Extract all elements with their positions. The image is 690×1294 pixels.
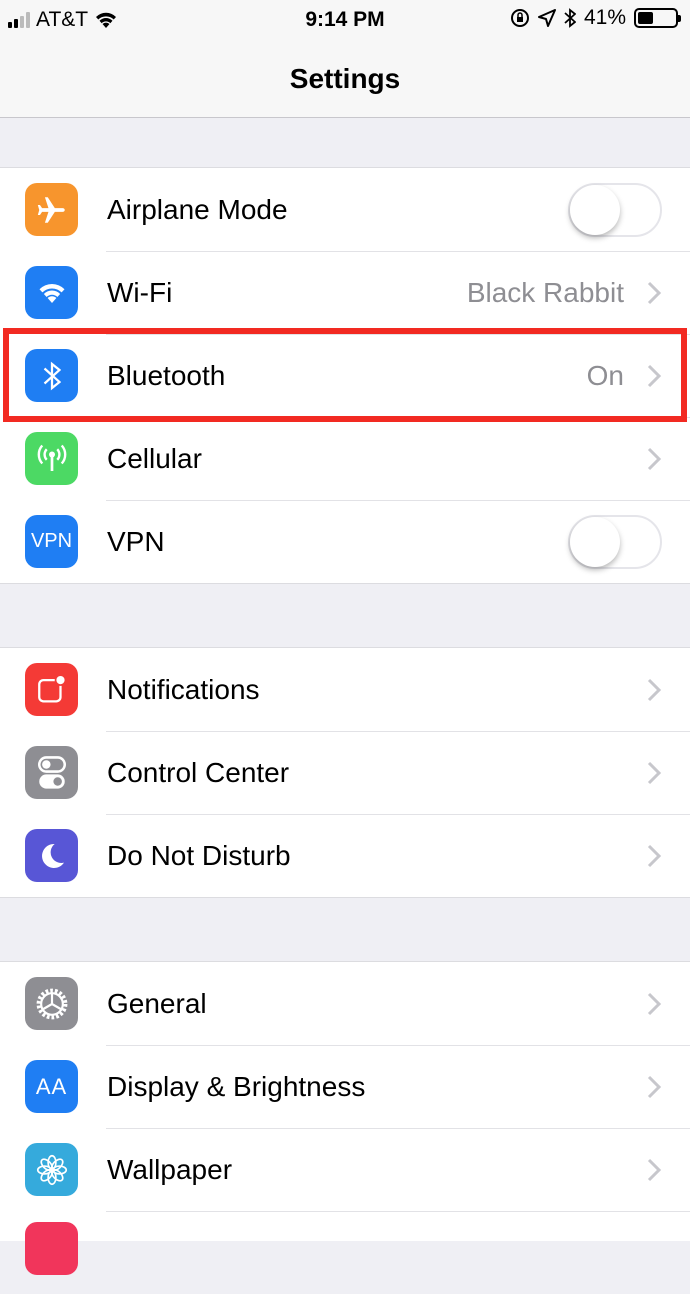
row-label: Wi-Fi	[107, 276, 173, 308]
chevron-right-icon	[647, 1158, 662, 1181]
row-airplane-mode[interactable]: Airplane Mode	[0, 168, 690, 251]
bluetooth-icon	[564, 8, 576, 28]
airplane-mode-toggle[interactable]	[568, 182, 662, 237]
wifi-icon	[25, 266, 78, 319]
battery-icon	[634, 8, 681, 28]
text-size-icon: AA	[25, 1060, 78, 1113]
row-cellular[interactable]: Cellular	[0, 417, 690, 500]
row-label: Wallpaper	[107, 1153, 233, 1185]
settings-group-connectivity: Airplane Mode Wi-Fi Black Rabbit Bluetoo…	[0, 167, 690, 584]
row-display-brightness[interactable]: AA Display & Brightness	[0, 1045, 690, 1128]
chevron-right-icon	[647, 281, 662, 304]
battery-percent: 41%	[583, 6, 626, 29]
vpn-toggle[interactable]	[568, 514, 662, 569]
chevron-right-icon	[647, 844, 662, 867]
flower-icon	[25, 1143, 78, 1196]
row-label: Bluetooth	[107, 359, 226, 391]
row-label: VPN	[107, 525, 165, 557]
row-label: Notifications	[107, 673, 260, 705]
row-label: Cellular	[107, 442, 202, 474]
row-label: Do Not Disturb	[107, 839, 291, 871]
row-general[interactable]: General	[0, 962, 690, 1045]
moon-icon	[25, 829, 78, 882]
page-title: Settings	[289, 63, 401, 94]
notifications-icon	[25, 663, 78, 716]
status-bar: AT&T 9:14 PM 41%	[0, 0, 690, 40]
vpn-icon: VPN	[25, 515, 78, 568]
settings-group-general: General AA Display & Brightness Wallpape…	[0, 961, 690, 1241]
navigation-bar: Settings	[0, 40, 690, 118]
bluetooth-status-value: On	[586, 359, 624, 391]
chevron-right-icon	[647, 447, 662, 470]
row-vpn[interactable]: VPN VPN	[0, 500, 690, 583]
antenna-icon	[25, 432, 78, 485]
wifi-network-value: Black Rabbit	[466, 276, 624, 308]
row-label: General	[107, 987, 207, 1019]
chevron-right-icon	[647, 761, 662, 784]
row-label: Airplane Mode	[107, 193, 288, 225]
settings-group-notifications: Notifications Control Center Do Not Dist…	[0, 647, 690, 898]
rotation-lock-icon	[510, 9, 529, 27]
row-control-center[interactable]: Control Center	[0, 731, 690, 814]
chevron-right-icon	[647, 992, 662, 1015]
row-bluetooth[interactable]: Bluetooth On	[0, 334, 690, 417]
row-label: Display & Brightness	[107, 1070, 366, 1102]
chevron-right-icon	[647, 678, 662, 701]
control-center-icon	[25, 746, 78, 799]
row-label: Control Center	[107, 756, 290, 788]
row-partial-next[interactable]	[0, 1211, 690, 1294]
location-icon	[537, 9, 556, 27]
row-do-not-disturb[interactable]: Do Not Disturb	[0, 814, 690, 897]
gear-icon	[25, 977, 78, 1030]
airplane-icon	[25, 183, 78, 236]
row-notifications[interactable]: Notifications	[0, 648, 690, 731]
chevron-right-icon	[647, 1075, 662, 1098]
chevron-right-icon	[647, 364, 662, 387]
row-wifi[interactable]: Wi-Fi Black Rabbit	[0, 251, 690, 334]
bluetooth-icon	[25, 349, 78, 402]
row-wallpaper[interactable]: Wallpaper	[0, 1128, 690, 1211]
